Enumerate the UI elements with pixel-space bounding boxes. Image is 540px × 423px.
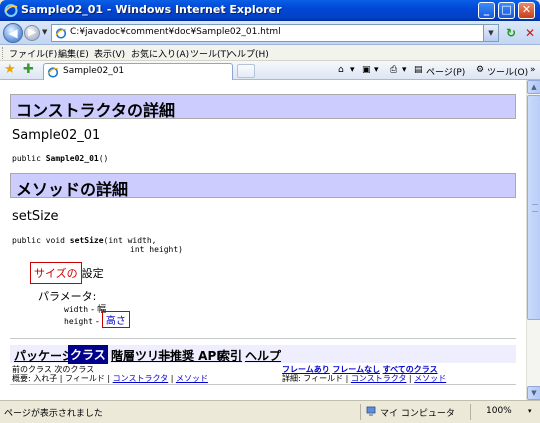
recent-pages-dropdown[interactable]: ▼: [42, 28, 47, 36]
scroll-down-button[interactable]: ▼: [527, 386, 540, 400]
ie-page-icon: [55, 28, 67, 39]
ie-page-icon: [47, 67, 59, 78]
menu-help[interactable]: ヘルプ(H): [228, 47, 269, 60]
ie-logo-icon: [4, 4, 18, 17]
zoom-level[interactable]: 100%: [486, 406, 512, 416]
address-dropdown-icon[interactable]: ▼: [483, 25, 498, 41]
constructor-detail-title: コンストラクタの詳細: [16, 101, 176, 120]
refresh-icon[interactable]: ↻: [503, 25, 519, 41]
menu-file[interactable]: ファイル(F): [9, 47, 57, 60]
constructor-name: Sample02_01: [12, 128, 101, 143]
method-signature-line1: public void setSize(int width,: [12, 236, 157, 245]
divider: [10, 338, 516, 339]
minimize-button[interactable]: _: [478, 2, 495, 19]
menu-bar: ファイル(F) 編集(E) 表示(V) お気に入り(A) ツール(T) ヘルプ(…: [0, 45, 540, 61]
zoom-dropdown-icon[interactable]: ▾: [528, 407, 532, 415]
description-text: 設定: [81, 267, 104, 280]
page-icon[interactable]: ▤: [414, 65, 423, 75]
title-bar[interactable]: Sample02_01 - Windows Internet Explorer …: [0, 0, 540, 21]
javadoc-navbar: パッケージ クラス 階層ツリー 非推奨 API 索引 ヘルプ: [10, 345, 516, 364]
back-button[interactable]: ◀: [3, 23, 23, 43]
page-menu[interactable]: ページ(P): [426, 65, 465, 78]
status-zone: マイ コンピュータ: [380, 409, 455, 419]
detail-method-link[interactable]: メソッド: [414, 374, 446, 383]
my-computer-icon: [366, 406, 376, 416]
nav-package[interactable]: パッケージ: [14, 347, 74, 364]
method-signature-line2: int height): [130, 245, 183, 254]
scroll-up-button[interactable]: ▲: [527, 80, 540, 94]
add-favorite-icon[interactable]: ✚: [23, 63, 34, 77]
favorites-star-icon[interactable]: ★: [4, 63, 16, 77]
status-separator: [360, 404, 361, 420]
menu-tools[interactable]: ツール(T): [190, 47, 230, 60]
tools-gear-icon[interactable]: ⚙: [476, 65, 484, 75]
summary-method-link[interactable]: メソッド: [176, 374, 208, 383]
address-field[interactable]: C:¥javadoc¥comment¥doc¥Sample02_01.html …: [51, 24, 499, 42]
detail-constructor-link[interactable]: コンストラクタ: [351, 374, 407, 383]
forward-button[interactable]: ▶: [24, 25, 40, 41]
tab-bar: ★ ✚ Sample02_01 ⌂ ▾ ▣ ▾ ⎙ ▾ ▤ ページ(P) ⚙ ツ…: [0, 61, 540, 80]
window-title: Sample02_01 - Windows Internet Explorer: [21, 3, 282, 16]
feeds-icon[interactable]: ▣: [362, 65, 371, 75]
address-url: C:¥javadoc¥comment¥doc¥Sample02_01.html: [70, 27, 281, 37]
method-detail-header: メソッドの詳細: [10, 173, 516, 199]
status-separator: [470, 404, 471, 420]
tab-label: Sample02_01: [63, 66, 125, 76]
menu-edit[interactable]: 編集(E): [58, 47, 89, 60]
scroll-thumb[interactable]: [527, 95, 540, 320]
address-toolbar: ◀ ▶ ▼ C:¥javadoc¥comment¥doc¥Sample02_01…: [0, 21, 540, 45]
nav-deprecated[interactable]: 非推奨 API: [158, 347, 221, 364]
summary-constructor-link[interactable]: コンストラクタ: [113, 374, 169, 383]
menu-favorites[interactable]: お気に入り(A): [131, 47, 189, 60]
print-dropdown[interactable]: ▾: [402, 65, 407, 75]
page-content: コンストラクタの詳細 Sample02_01 public Sample02_0…: [0, 80, 526, 400]
subnav-detail: 詳細: フィールド | コンストラクタ | メソッド: [282, 374, 447, 383]
more-chevron-icon[interactable]: »: [530, 65, 536, 75]
method-name: setSize: [12, 209, 59, 224]
method-detail-title: メソッドの詳細: [16, 180, 129, 199]
home-icon[interactable]: ⌂: [338, 65, 344, 75]
divider: [10, 384, 516, 385]
stop-icon[interactable]: ✕: [522, 25, 538, 41]
nav-help[interactable]: ヘルプ: [245, 347, 281, 364]
tools-menu[interactable]: ツール(O): [487, 65, 528, 78]
close-button[interactable]: ✕: [518, 2, 535, 19]
scroll-grip-icon: [532, 204, 538, 212]
tab-sample02-01[interactable]: Sample02_01: [43, 63, 233, 80]
maximize-button[interactable]: □: [498, 2, 515, 19]
new-tab-button[interactable]: [237, 64, 255, 78]
feeds-dropdown[interactable]: ▾: [374, 65, 379, 75]
toolbar-grip[interactable]: [2, 47, 5, 59]
nav-class-current: クラス: [68, 345, 108, 364]
method-description: サイズの 設定: [30, 262, 104, 284]
vertical-scrollbar[interactable]: ▲ ▼: [526, 80, 540, 400]
param-height: height - 高さ: [64, 311, 130, 328]
status-bar: ページが表示されました マイ コンピュータ 100% ▾: [0, 400, 540, 423]
menu-view[interactable]: 表示(V): [94, 47, 125, 60]
home-dropdown[interactable]: ▾: [350, 65, 355, 75]
print-icon[interactable]: ⎙: [390, 65, 397, 75]
param-height-highlight: 高さ: [101, 311, 130, 328]
constructor-detail-header: コンストラクタの詳細: [10, 94, 516, 120]
description-highlight: サイズの: [30, 262, 82, 284]
constructor-signature: public Sample02_01(): [12, 154, 109, 163]
status-text: ページが表示されました: [4, 409, 103, 419]
subnav-summary: 概要: 入れ子 | フィールド | コンストラクタ | メソッド: [12, 374, 208, 383]
nav-index[interactable]: 索引: [218, 347, 242, 364]
